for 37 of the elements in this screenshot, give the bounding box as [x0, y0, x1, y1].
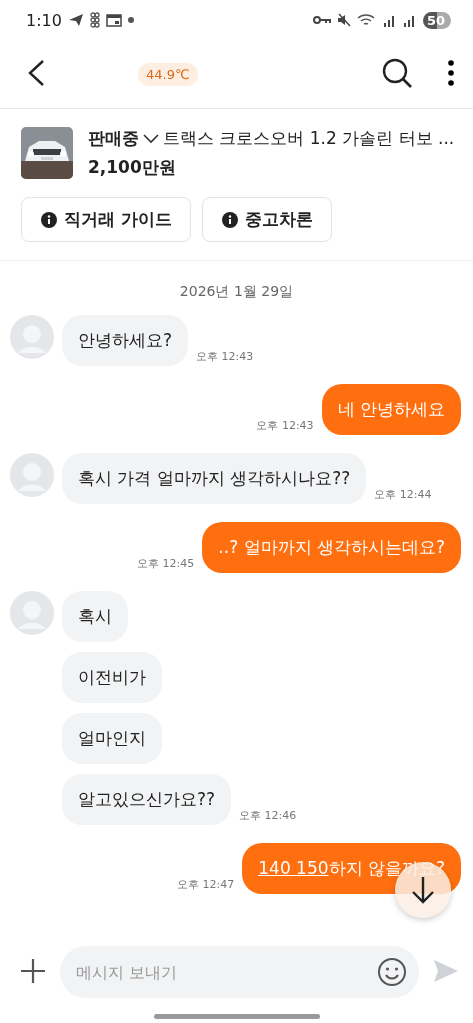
wifi-icon: [356, 13, 377, 27]
key-icon: [312, 15, 331, 25]
message-bubble: 이전비가: [62, 652, 162, 703]
message-time: 오후 12:43: [196, 349, 254, 364]
message-bubble: 알고있으신가요??: [62, 774, 232, 825]
message-bubble: 혹시 가격 얼마까지 생각하시나요??: [62, 453, 367, 504]
message-input-field[interactable]: 메시지 보내기: [60, 946, 419, 998]
info-button[interactable]: 중고차론: [201, 197, 332, 242]
product-title: 트랙스 크로스오버 1.2 가솔린 터보 ...: [163, 127, 455, 150]
message-bubble: 혹시: [62, 591, 128, 642]
signal-icon: [382, 13, 397, 27]
send-icon: [67, 13, 84, 27]
info-icon: [221, 211, 238, 228]
date-divider: 2026년 1월 29일: [178, 283, 295, 301]
product-price: 2,100만원: [88, 156, 177, 179]
clock: 1:10: [26, 10, 62, 30]
info-icon: [41, 211, 57, 228]
message-time: 오후 12:46: [239, 808, 297, 823]
arrow-down-icon: [410, 875, 436, 905]
dot-icon: [127, 17, 134, 23]
battery-indicator: 50: [422, 11, 451, 29]
signal-icon: [402, 13, 417, 27]
info-button[interactable]: 직거래 가이드: [21, 197, 191, 242]
message-bubble: 네 안녕하세요: [321, 384, 461, 435]
message-bubble: ..? 얼마까지 생각하시는데요?: [202, 522, 461, 573]
message-time: 오후 12:43: [256, 418, 314, 433]
message-time: 오후 12:47: [177, 877, 235, 892]
mute-icon: [336, 13, 351, 27]
temperature-badge: 44.9℃: [138, 62, 198, 86]
message-time: 오후 12:44: [374, 487, 432, 502]
chevron-down-icon[interactable]: [143, 133, 159, 144]
calendar-icon: [105, 13, 122, 27]
message-bubble: 얼마인지: [62, 713, 162, 764]
sale-status: 판매중: [88, 127, 139, 150]
message-time: 오후 12:45: [137, 556, 195, 571]
app-icon: [89, 12, 100, 28]
message-bubble: 안녕하세요?: [62, 315, 189, 366]
